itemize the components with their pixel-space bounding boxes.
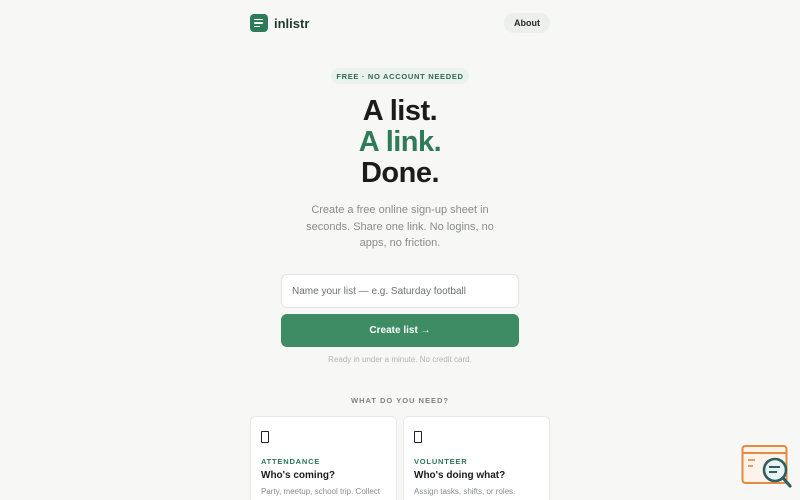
brand-logo[interactable]: inlistr bbox=[250, 14, 309, 32]
hero-line-2: A link. bbox=[358, 126, 442, 158]
hero-heading: A list. A link. Done. bbox=[0, 96, 800, 189]
card-description: Party, meetup, school trip. Collect bbox=[261, 487, 381, 496]
create-list-button[interactable]: Create list → bbox=[281, 314, 519, 347]
section-label: WHAT DO YOU NEED? bbox=[351, 396, 449, 405]
list-icon bbox=[250, 14, 268, 32]
top-header: inlistr About bbox=[250, 12, 550, 34]
about-button[interactable]: About bbox=[504, 13, 550, 33]
hero-line-1: A list. bbox=[362, 95, 438, 127]
clipboard-icon bbox=[414, 431, 422, 443]
hero-subtitle: Create a free online sign-up sheet in se… bbox=[306, 204, 494, 249]
search-window-icon bbox=[741, 445, 792, 488]
card-description: Assign tasks, shifts, or roles. bbox=[414, 487, 516, 496]
card-title: Who's coming? bbox=[261, 470, 336, 481]
card-title: Who's doing what? bbox=[414, 470, 506, 481]
clipboard-icon bbox=[261, 431, 269, 443]
free-badge: FREE · NO ACCOUNT NEEDED bbox=[331, 68, 469, 84]
hero-line-3: Done. bbox=[360, 157, 440, 189]
card-attendance[interactable]: ATTENDANCE Who's coming? Party, meetup, … bbox=[250, 416, 397, 500]
card-kicker: ATTENDANCE bbox=[261, 457, 321, 466]
card-volunteer[interactable]: VOLUNTEER Who's doing what? Assign tasks… bbox=[403, 416, 550, 500]
form-hint: Ready in under a minute. No credit card. bbox=[328, 355, 472, 364]
brand-name: inlistr bbox=[274, 15, 310, 31]
card-kicker: VOLUNTEER bbox=[414, 457, 468, 466]
list-name-input[interactable] bbox=[281, 274, 519, 308]
